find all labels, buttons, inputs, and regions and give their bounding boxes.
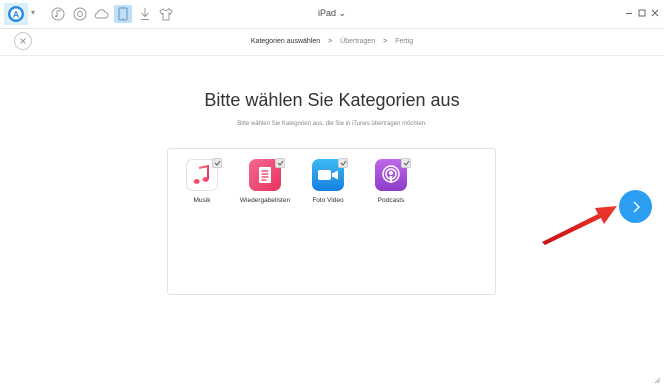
- device-title[interactable]: iPad ⌄: [0, 8, 664, 19]
- step-separator: >: [328, 38, 333, 45]
- resize-grip-icon[interactable]: [654, 377, 661, 384]
- category-panel: Musik Wiedergabelisten Foto Video Podcas…: [167, 148, 496, 295]
- step-select-categories: Kategorien auswählen: [250, 38, 321, 45]
- page-title: Bitte wählen Sie Kategorien aus: [204, 90, 460, 110]
- category-label: Podcasts: [377, 197, 405, 204]
- checkmark-icon: [277, 160, 283, 166]
- category-label: Musik: [193, 197, 211, 204]
- category-item-podcasts[interactable]: Podcasts: [361, 158, 421, 219]
- annotation-arrow-icon: [542, 206, 617, 245]
- category-label: Foto Video: [312, 197, 344, 204]
- step-done: Fertig: [395, 38, 414, 45]
- device-name: iPad: [317, 8, 336, 18]
- device-dropdown-icon[interactable]: ⌄: [338, 8, 346, 18]
- title-bar: A ▾ iPad ⌄: [0, 0, 664, 29]
- checkbox-music[interactable]: [212, 158, 222, 168]
- page-subtitle: Bitte wählen Sie Kategorien aus, die Sie…: [237, 121, 427, 127]
- category-item-playlists[interactable]: Wiedergabelisten: [235, 158, 295, 219]
- checkbox-playlists[interactable]: [275, 158, 285, 168]
- checkmark-icon: [340, 160, 346, 166]
- category-item-photo-video[interactable]: Foto Video: [298, 158, 358, 219]
- step-bar: Kategorien auswählen > Übertragen > Fert…: [0, 29, 664, 56]
- checkmark-icon: [403, 160, 409, 166]
- step-transfer: Übertragen: [340, 38, 376, 45]
- close-window-icon[interactable]: [650, 8, 660, 18]
- step-separator: >: [383, 38, 388, 45]
- checkbox-photo-video[interactable]: [338, 158, 348, 168]
- next-button[interactable]: [619, 190, 652, 223]
- breadcrumb: Kategorien auswählen > Übertragen > Fert…: [0, 38, 664, 45]
- checkbox-podcasts[interactable]: [401, 158, 411, 168]
- checkmark-icon: [214, 160, 220, 166]
- chevron-right-icon: [633, 201, 640, 212]
- category-item-music[interactable]: Musik: [172, 158, 232, 219]
- minimize-icon[interactable]: [624, 8, 634, 18]
- category-label: Wiedergabelisten: [239, 197, 291, 204]
- maximize-icon[interactable]: [637, 8, 647, 18]
